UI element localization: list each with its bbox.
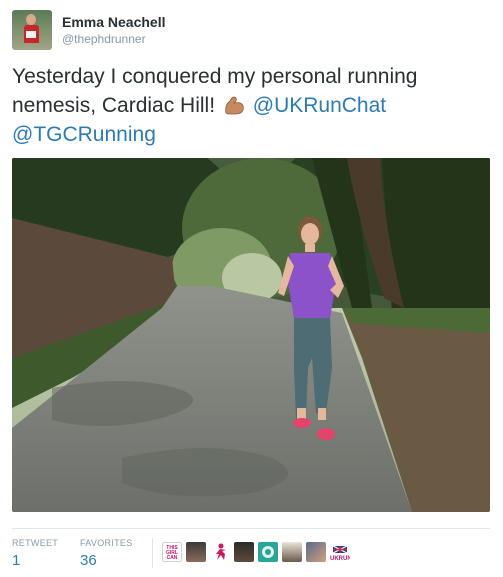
group-selfie-avatar[interactable] xyxy=(306,542,326,562)
retweet-count[interactable]: 1 xyxy=(12,552,58,569)
tweet-text: Yesterday I conquered my personal runnin… xyxy=(12,62,492,149)
flexed-biceps-emoji xyxy=(225,96,244,115)
teal-badge-avatar[interactable] xyxy=(258,542,278,562)
runner-avatar-3[interactable] xyxy=(282,542,302,562)
mention-tgcrunning[interactable]: @TGCRunning xyxy=(12,123,156,146)
tweet-photo[interactable] xyxy=(12,158,490,512)
avatar-race-bib xyxy=(26,31,36,38)
favorites-count[interactable]: 36 xyxy=(80,552,133,569)
ukrunchat-logo[interactable]: UKRUN xyxy=(330,542,350,566)
runner-avatar-1[interactable] xyxy=(186,542,206,562)
retweet-label: RETWEET xyxy=(12,538,59,548)
retweet-stat[interactable]: RETWEET 1 xyxy=(12,538,58,569)
runner-avatar-2[interactable] xyxy=(234,542,254,562)
pink-runner-icon xyxy=(216,543,226,560)
avatar-figure-head xyxy=(26,14,36,25)
author-name[interactable]: Emma Neachell xyxy=(62,14,166,30)
pink-runner-avatar[interactable] xyxy=(210,542,230,562)
running-photo-illustration xyxy=(12,158,490,512)
stats-separator xyxy=(152,538,153,568)
avatar[interactable] xyxy=(12,10,52,50)
ukrunchat-flag-icon xyxy=(332,545,348,554)
mention-ukrunchat[interactable]: @UKRunChat xyxy=(253,94,386,117)
favorites-stat[interactable]: FAVORITES 36 xyxy=(80,538,133,569)
ukrunchat-logo-text: UKRUN xyxy=(330,556,350,562)
teal-badge-icon xyxy=(262,546,274,558)
stats-divider xyxy=(12,528,490,529)
tweet-header: Emma Neachell @thephdrunner xyxy=(12,10,492,50)
the-girl-can-logo[interactable]: THIS GIRL CAN xyxy=(162,542,182,562)
favorites-label: FAVORITES xyxy=(80,538,133,548)
author-handle[interactable]: @thephdrunner xyxy=(62,32,146,46)
